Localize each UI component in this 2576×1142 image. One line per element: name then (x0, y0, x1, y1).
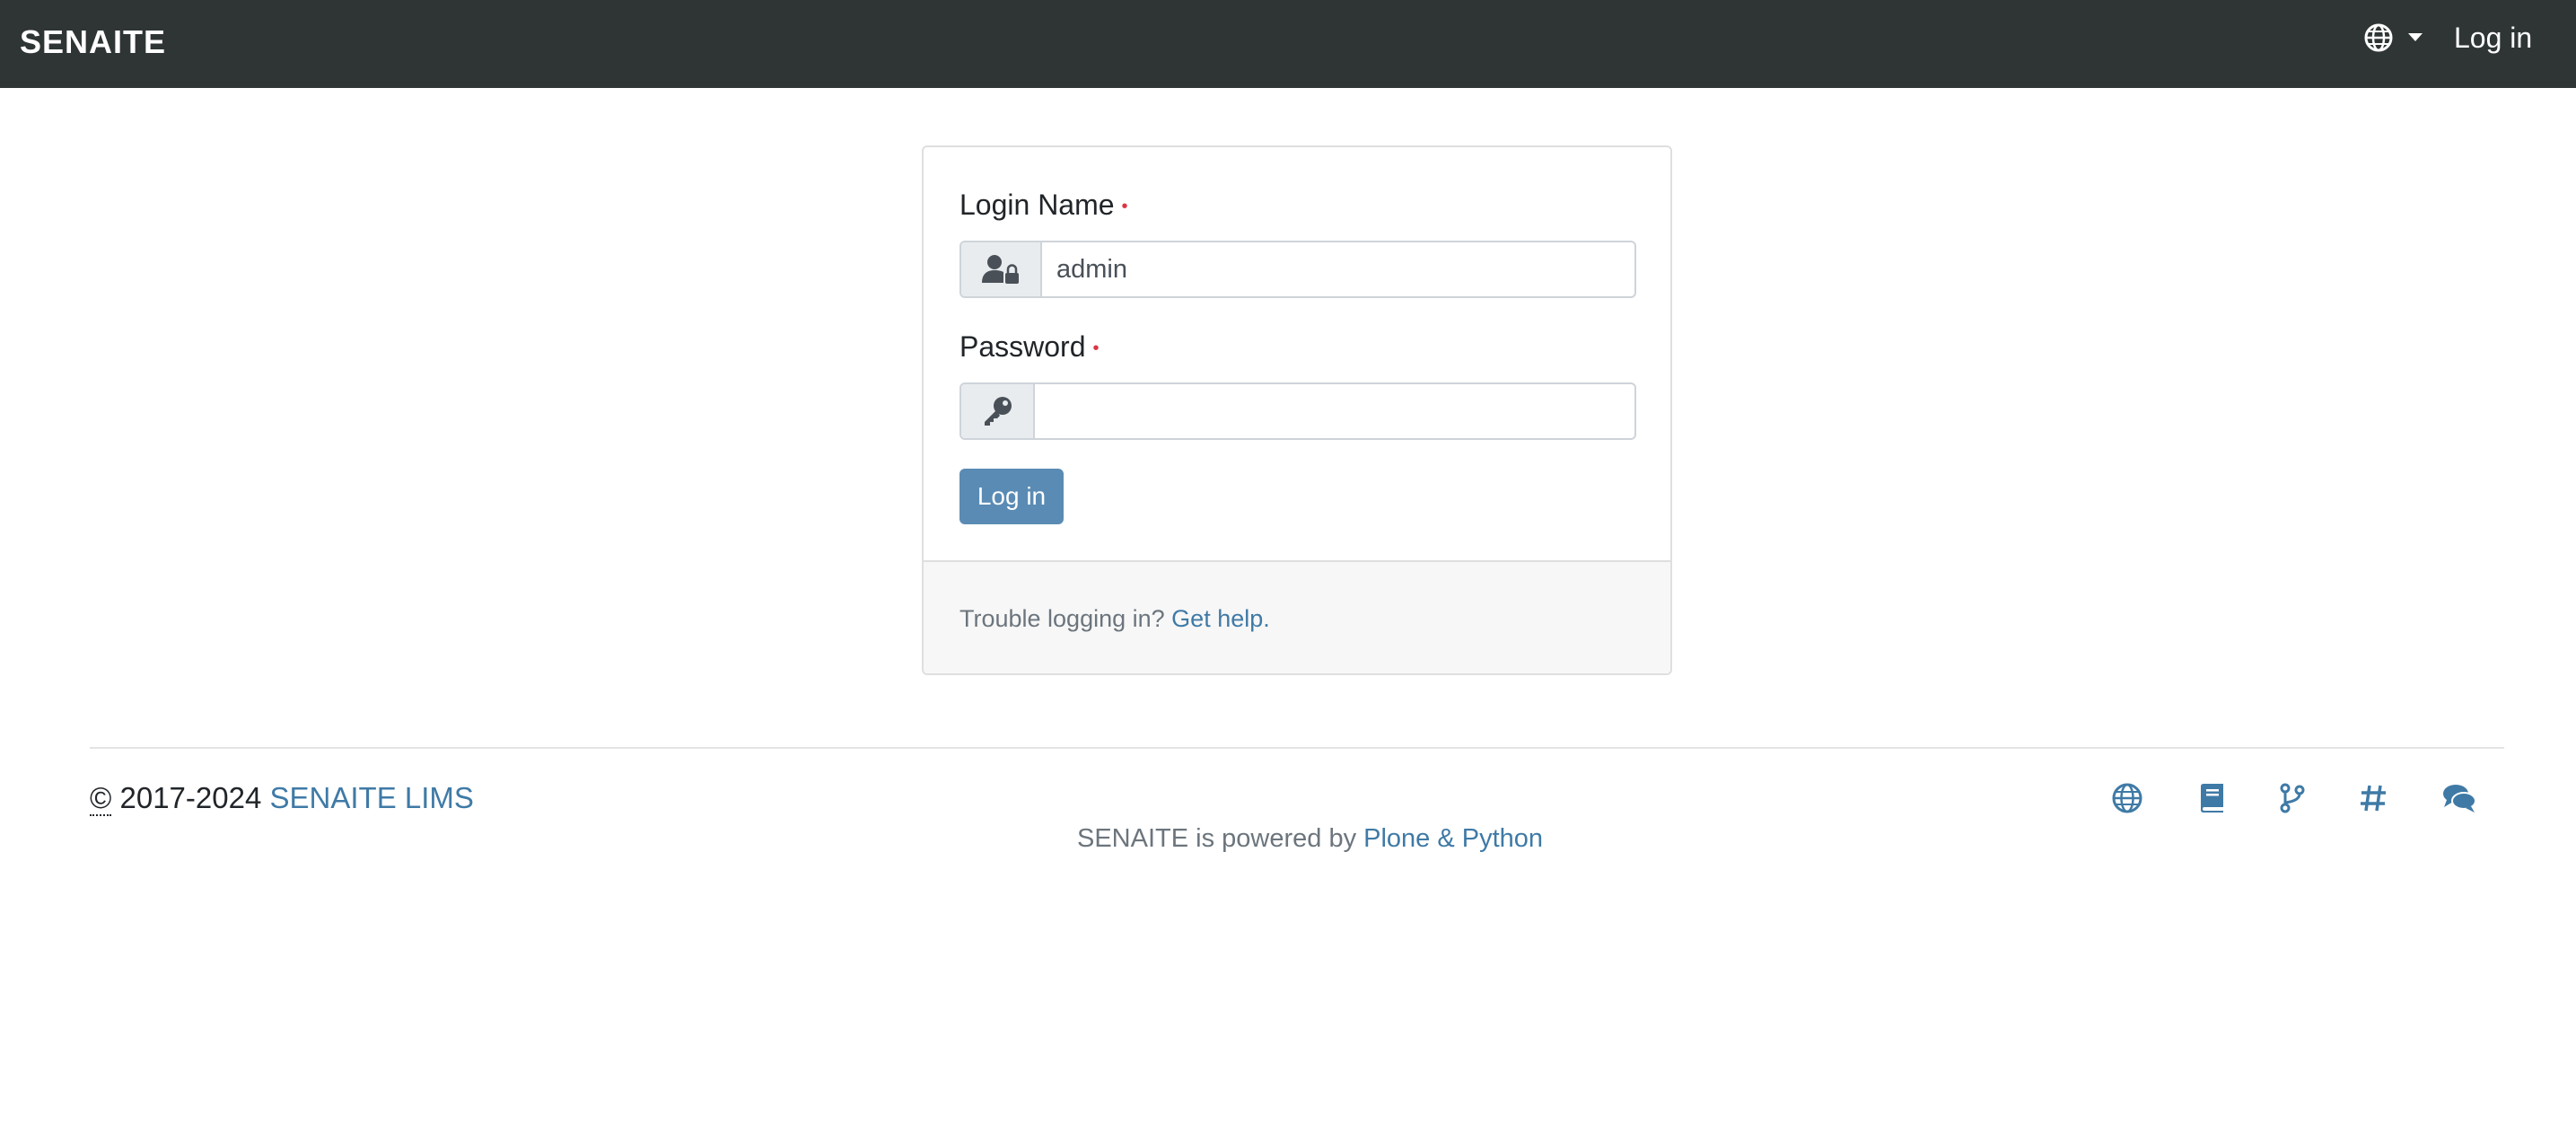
brand-logo[interactable]: SENAITE (20, 23, 166, 61)
help-text: Trouble logging in? Get help. (959, 605, 1270, 633)
user-lock-icon (982, 255, 1019, 284)
get-help-link[interactable]: Get help. (1171, 605, 1270, 632)
password-input-group (959, 382, 1636, 440)
footer-divider (90, 747, 2504, 749)
password-addon (961, 384, 1035, 438)
password-label-text: Password (959, 330, 1086, 363)
login-submit-button[interactable]: Log in (959, 469, 1064, 524)
login-name-addon (961, 242, 1042, 296)
top-navbar: SENAITE Log in (0, 0, 2576, 88)
login-name-label-text: Login Name (959, 189, 1115, 221)
login-help-footer: Trouble logging in? Get help. (924, 560, 1670, 673)
login-name-input-group (959, 241, 1636, 298)
copyright: © 2017-2024 SENAITE LIMS (90, 781, 474, 816)
help-question: Trouble logging in? (959, 605, 1165, 632)
login-name-label: Login Name • (959, 189, 1128, 222)
password-input[interactable] (1035, 384, 1634, 438)
chevron-down-icon (2408, 33, 2423, 41)
senaite-lims-link[interactable]: SENAITE LIMS (270, 781, 474, 814)
key-icon (985, 397, 1012, 426)
login-name-input[interactable] (1042, 242, 1634, 296)
book-icon[interactable] (2196, 783, 2227, 813)
powered-by: SENAITE is powered by Plone & Python (1077, 824, 1543, 854)
language-dropdown[interactable] (2364, 22, 2427, 54)
hashtag-icon[interactable] (2358, 783, 2388, 813)
password-label: Password • (959, 330, 1100, 364)
powered-by-text: SENAITE is powered by (1077, 824, 1357, 853)
plone-python-link[interactable]: Plone & Python (1363, 824, 1543, 853)
required-marker: • (1092, 338, 1100, 359)
code-branch-icon[interactable] (2277, 783, 2308, 813)
copyright-years: 2017-2024 (119, 781, 262, 814)
required-marker: • (1121, 197, 1128, 217)
comments-icon[interactable] (2442, 783, 2476, 813)
copyright-symbol: © (90, 781, 112, 816)
navbar-login-link[interactable]: Log in (2454, 22, 2532, 55)
globe-icon[interactable] (2112, 783, 2142, 813)
globe-icon (2364, 23, 2393, 52)
login-card: Login Name• Password• Log in Troubl (922, 145, 1672, 675)
